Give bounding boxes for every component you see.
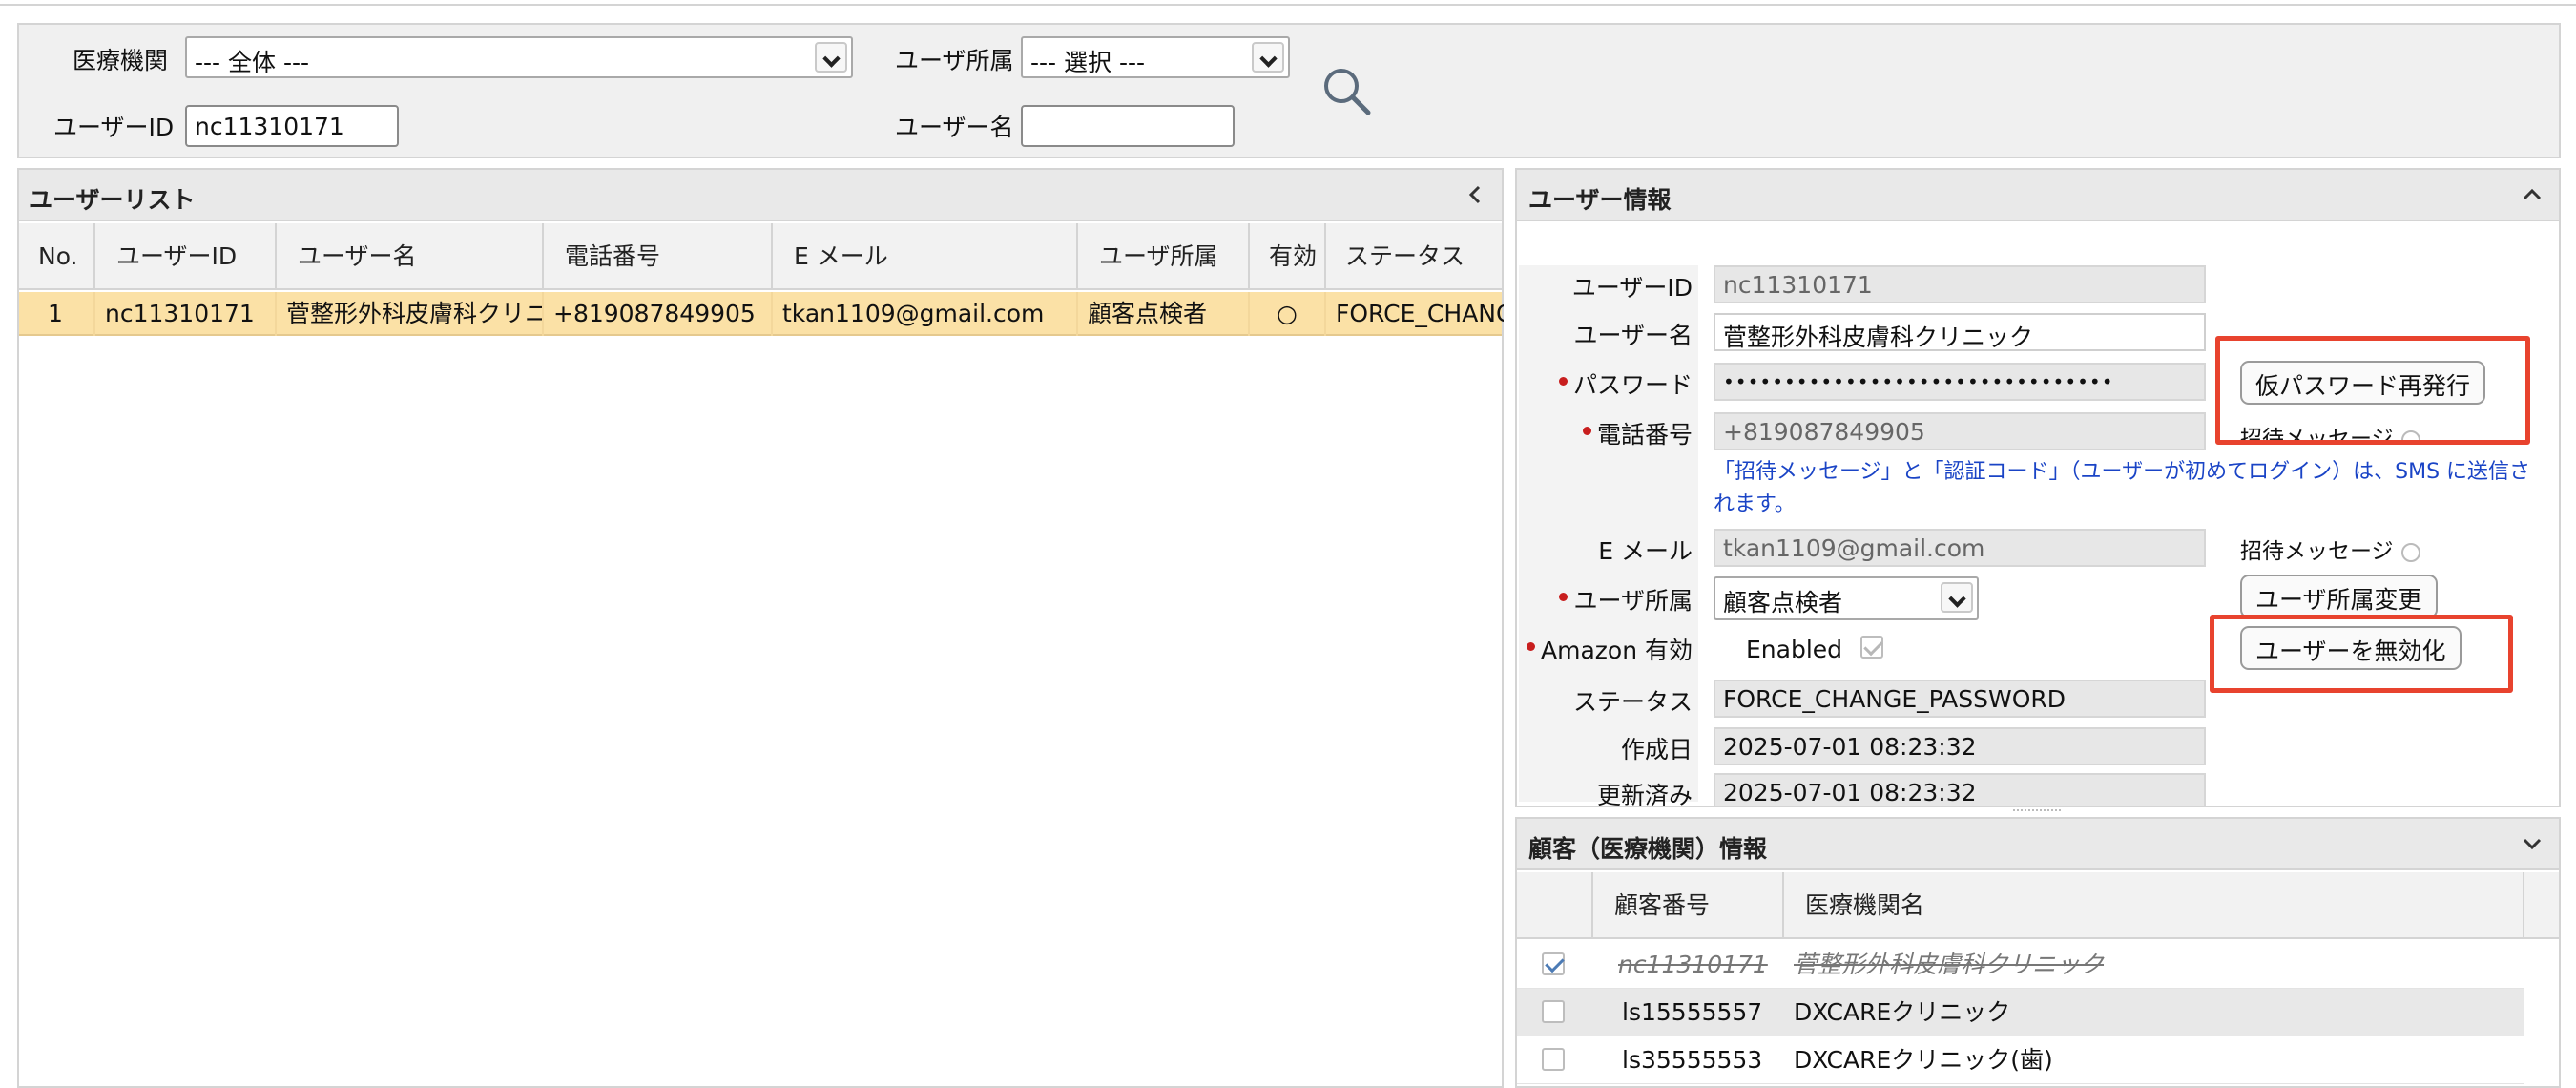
- column-header-facility-name[interactable]: 医療機関名: [1784, 872, 2524, 939]
- email-label: E メール: [1598, 537, 1693, 565]
- chevron-left-icon[interactable]: [1462, 181, 1488, 208]
- column-header-email[interactable]: E メール: [773, 223, 1078, 290]
- customer-info-title: 顧客（医療機関）情報: [1528, 835, 1768, 863]
- column-header-affiliation[interactable]: ユーザ所属: [1078, 223, 1250, 290]
- column-header-customer-number[interactable]: 顧客番号: [1593, 872, 1784, 939]
- chevron-down-icon[interactable]: [1252, 42, 1284, 73]
- column-header-no[interactable]: No.: [19, 223, 95, 290]
- required-marker: [1558, 376, 1568, 386]
- user-info-title: ユーザー情報: [1528, 186, 1672, 214]
- user-list-header: ユーザーリスト: [19, 170, 1502, 221]
- highlight-box: [2215, 336, 2530, 445]
- user-name-field[interactable]: 菅整形外科皮膚科クリニック: [1714, 313, 2206, 351]
- resize-handle[interactable]: [2013, 809, 2061, 813]
- table-row[interactable]: nc11310171 菅整形外科皮膚科クリニック: [1517, 941, 2524, 989]
- amazon-enabled-label: Amazon 有効: [1527, 632, 1693, 666]
- chevron-down-icon[interactable]: [1941, 582, 1973, 613]
- affiliation-select-value: 顧客点検者: [1723, 589, 1843, 617]
- row-customer-number: ls15555557: [1622, 998, 1763, 1026]
- user-list-title: ユーザーリスト: [29, 186, 196, 214]
- amazon-enabled-value: Enabled: [1746, 636, 1843, 663]
- user-list-table-header: No. ユーザーID ユーザー名 電話番号 E メール ユーザ所属 有効 ステー…: [19, 223, 1502, 290]
- search-icon[interactable]: [1322, 67, 1372, 116]
- affiliation-select[interactable]: --- 選択 ---: [1021, 36, 1290, 78]
- status-label: ステータス: [1572, 688, 1693, 716]
- username-label: ユーザー名: [895, 114, 1014, 141]
- user-list-panel: ユーザーリスト No. ユーザーID ユーザー名 電話番号 E メール ユーザ所…: [17, 168, 1504, 1088]
- user-id-label: ユーザーID: [1571, 274, 1693, 302]
- invite-message-option-email[interactable]: 招待メッセージ: [2240, 533, 2420, 565]
- table-row[interactable]: 1 nc11310171 菅整形外科皮膚科クリニック +819087849905…: [19, 292, 1504, 336]
- affiliation-label: ユーザ所属: [895, 47, 1014, 74]
- facility-select-value: --- 全体 ---: [195, 49, 310, 76]
- highlight-box: [2210, 615, 2513, 693]
- row-customer-number: nc11310171: [1618, 951, 1768, 978]
- required-marker: [1582, 426, 1591, 435]
- column-header-checkbox: [1517, 872, 1593, 939]
- row-user-id: nc11310171: [95, 292, 277, 336]
- row-facility-name: 菅整形外科皮膚科クリニック: [1794, 951, 2105, 978]
- created-field: 2025-07-01 08:23:32: [1714, 727, 2206, 765]
- top-border: [0, 0, 2576, 6]
- user-info-header: ユーザー情報: [1517, 170, 2559, 221]
- userid-label: ユーザーID: [53, 114, 175, 141]
- phone-field: +819087849905: [1714, 412, 2206, 450]
- row-user-name: 菅整形外科皮膚科クリニック: [277, 292, 544, 336]
- username-input[interactable]: [1021, 105, 1235, 147]
- user-id-field: nc11310171: [1714, 265, 2206, 303]
- column-header-user-id[interactable]: ユーザーID: [95, 223, 277, 290]
- email-field: tkan1109@gmail.com: [1714, 529, 2206, 567]
- row-affiliation: 顧客点検者: [1078, 292, 1250, 336]
- table-row[interactable]: ls15555557 DXCAREクリニック: [1517, 989, 2524, 1036]
- row-checkbox[interactable]: [1542, 1000, 1565, 1023]
- chevron-down-icon[interactable]: [815, 42, 847, 73]
- column-header-enabled[interactable]: 有効: [1250, 223, 1326, 290]
- facility-select[interactable]: --- 全体 ---: [185, 36, 853, 78]
- customer-info-header: 顧客（医療機関）情報: [1517, 819, 2559, 870]
- user-info-panel: ユーザー情報 ユーザーID nc11310171 ユーザー名 菅整形外科皮膚科ク…: [1515, 168, 2561, 807]
- row-checkbox[interactable]: [1542, 952, 1565, 975]
- amazon-enabled-checkbox: [1860, 636, 1883, 659]
- affiliation-select[interactable]: 顧客点検者: [1714, 576, 1979, 620]
- phone-label: 電話番号: [1582, 416, 1693, 450]
- affiliation-label: ユーザ所属: [1559, 582, 1693, 617]
- row-enabled: ○: [1250, 292, 1326, 336]
- search-panel: 医療機関 --- 全体 --- ユーザ所属 --- 選択 --- ユーザーID …: [17, 23, 2561, 158]
- updated-label: 更新済み: [1596, 782, 1693, 806]
- updated-field: 2025-07-01 08:23:32: [1714, 773, 2206, 806]
- required-marker: [1527, 641, 1535, 651]
- radio-icon[interactable]: [2400, 542, 2420, 562]
- row-checkbox[interactable]: [1542, 1048, 1565, 1071]
- row-phone: +819087849905: [544, 292, 773, 336]
- user-name-label: ユーザー名: [1573, 322, 1693, 349]
- required-marker: [1559, 592, 1568, 601]
- row-no: 1: [19, 292, 95, 336]
- password-field: ••••••••••••••••••••••••••••••••: [1714, 363, 2206, 401]
- affiliation-select-value: --- 選択 ---: [1030, 49, 1146, 76]
- customer-info-panel: 顧客（医療機関）情報 顧客番号 医療機関名 nc11310171 菅整形外科皮膚…: [1515, 817, 2561, 1088]
- created-label: 作成日: [1620, 736, 1693, 764]
- password-label: パスワード: [1558, 366, 1693, 401]
- column-header-phone[interactable]: 電話番号: [544, 223, 773, 290]
- row-customer-number: ls35555553: [1622, 1046, 1763, 1074]
- table-row[interactable]: ls35555553 DXCAREクリニック(歯): [1517, 1036, 2524, 1084]
- row-status: FORCE_CHANGE_PASSWORD: [1336, 300, 1504, 327]
- change-affiliation-button[interactable]: ユーザ所属変更: [2240, 575, 2438, 618]
- row-email: tkan1109@gmail.com: [773, 292, 1078, 336]
- column-header-status[interactable]: ステータス: [1326, 223, 1504, 290]
- sms-note: 「招待メッセージ」と「認証コード」（ユーザーが初めてログイン）は、SMS に送信…: [1714, 460, 2531, 516]
- customer-table-header: 顧客番号 医療機関名: [1517, 872, 2559, 939]
- chevron-up-icon[interactable]: [2519, 181, 2545, 208]
- updated-row: 更新済み 2025-07-01 08:23:32: [1517, 769, 2559, 806]
- facility-label: 医療機関: [73, 47, 169, 74]
- column-header-user-name[interactable]: ユーザー名: [277, 223, 544, 290]
- status-field: FORCE_CHANGE_PASSWORD: [1714, 680, 2206, 718]
- row-facility-name: DXCAREクリニック(歯): [1794, 1046, 2053, 1074]
- chevron-down-icon[interactable]: [2519, 830, 2545, 857]
- userid-input[interactable]: nc11310171: [185, 105, 399, 147]
- row-facility-name: DXCAREクリニック: [1794, 998, 2011, 1026]
